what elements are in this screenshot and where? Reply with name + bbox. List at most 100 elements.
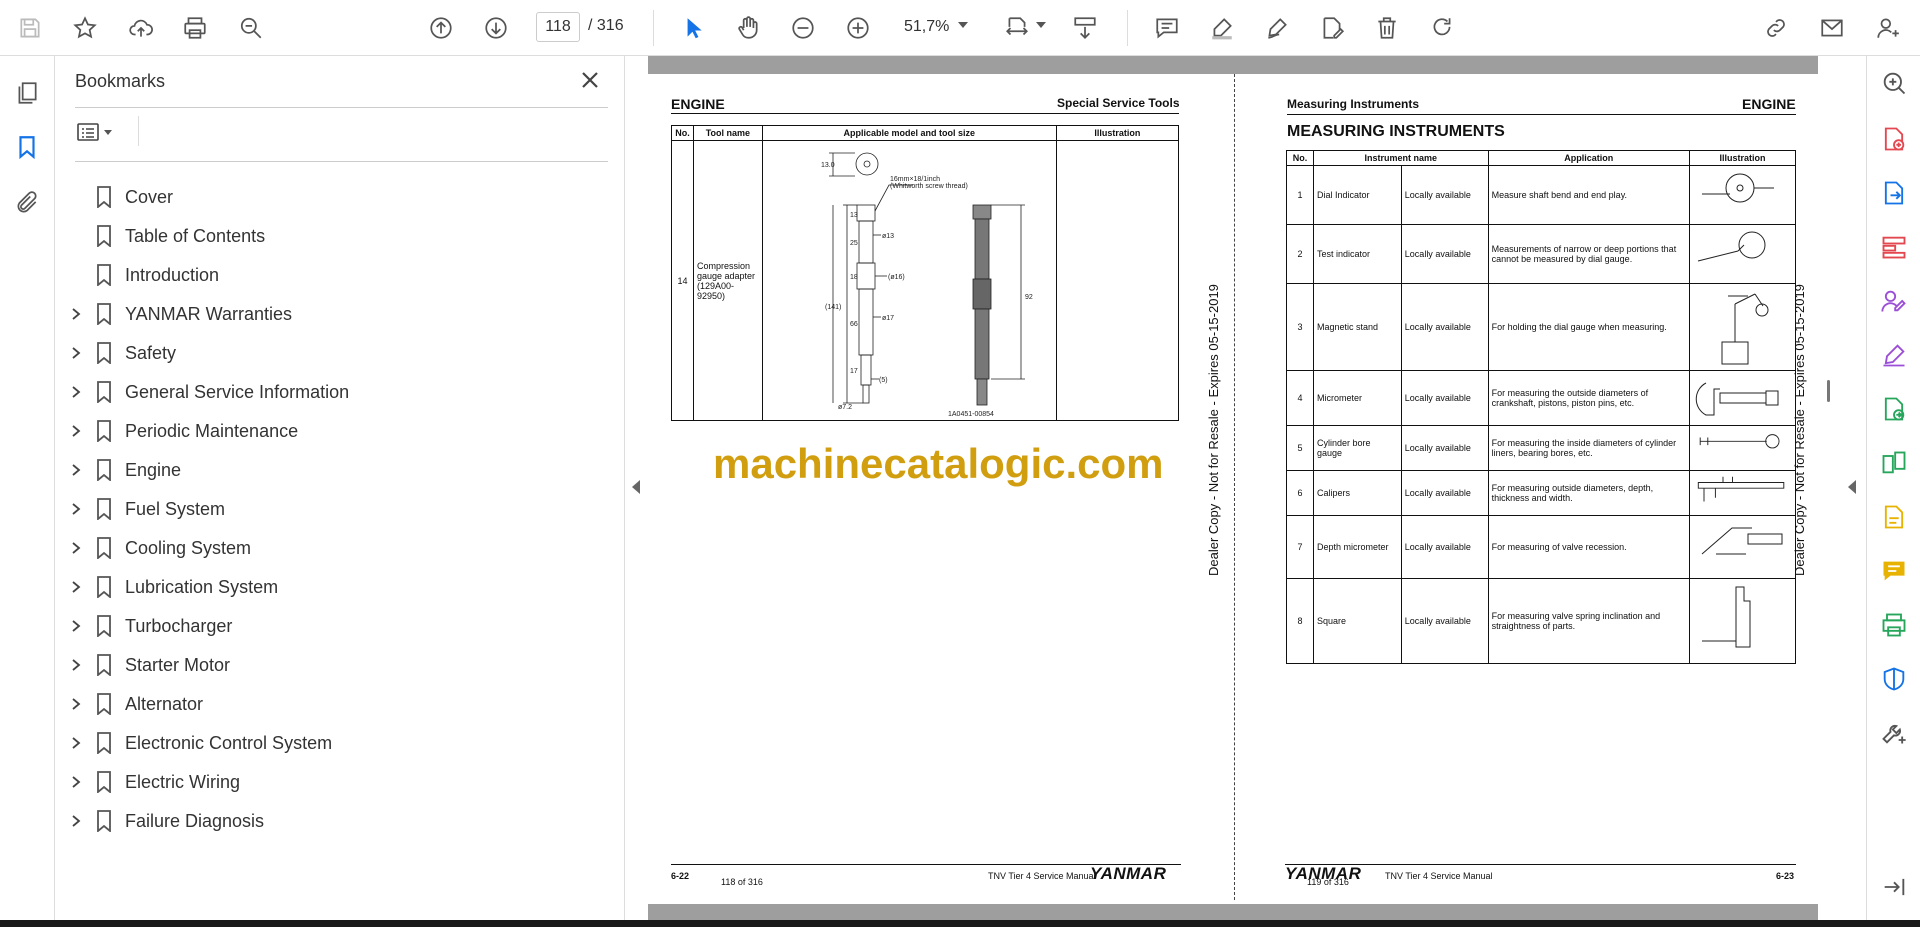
table-cell: 3	[1286, 283, 1314, 371]
cloud-upload-icon[interactable]	[124, 11, 158, 45]
request-signature-icon[interactable]	[1879, 286, 1909, 316]
left-page-header-right: Special Service Tools	[1057, 96, 1180, 110]
zoom-in-icon[interactable]	[841, 11, 875, 45]
chevron-right-icon[interactable]	[70, 385, 82, 399]
bookmark-item[interactable]: General Service Information	[56, 377, 616, 407]
scroll-mode-icon[interactable]	[1068, 11, 1102, 45]
table-cell: For measuring valve spring inclination a…	[1487, 578, 1690, 664]
chevron-right-icon[interactable]	[70, 814, 82, 828]
bookmark-item[interactable]: Periodic Maintenance	[56, 416, 616, 446]
instrument-drawing	[1695, 382, 1779, 416]
bookmark-item[interactable]: Cover	[56, 182, 616, 212]
close-icon[interactable]	[578, 68, 602, 92]
previous-page-icon[interactable]	[424, 11, 458, 45]
bookmark-item[interactable]: Cooling System	[56, 533, 616, 563]
chevron-right-icon[interactable]	[70, 346, 82, 360]
drawing-label: 18	[850, 274, 858, 281]
protect-shield-icon[interactable]	[1879, 664, 1909, 694]
instrument-illustration	[1688, 578, 1797, 664]
next-page-icon[interactable]	[479, 11, 513, 45]
export-pdf-icon[interactable]	[1879, 178, 1909, 208]
star-icon[interactable]	[68, 11, 102, 45]
edit-text-icon[interactable]	[1315, 11, 1349, 45]
chevron-right-icon[interactable]	[70, 307, 82, 321]
bookmark-label: Fuel System	[125, 498, 226, 519]
zoom-out-icon[interactable]	[786, 11, 820, 45]
instrument-drawing	[1701, 173, 1774, 203]
bookmark-item[interactable]: Safety	[56, 338, 616, 368]
chevron-right-icon[interactable]	[70, 502, 82, 516]
fill-sign-icon[interactable]	[1879, 340, 1909, 370]
chevron-right-icon[interactable]	[70, 619, 82, 633]
user-add-icon[interactable]	[1871, 11, 1905, 45]
drawing-label: 66	[850, 321, 858, 328]
bookmark-item[interactable]: Starter Motor	[56, 650, 616, 680]
page-thumbnails-icon[interactable]	[12, 78, 42, 108]
organize-pages-icon[interactable]	[1879, 232, 1909, 262]
bookmark-icon	[96, 225, 112, 248]
scrollbar-thumb[interactable]	[1827, 380, 1830, 402]
panel-title: Bookmarks	[75, 71, 166, 91]
page-number-input[interactable]: 118	[536, 12, 580, 42]
chevron-right-icon[interactable]	[70, 736, 82, 750]
zoom-search-icon[interactable]	[234, 11, 268, 45]
chevron-right-icon[interactable]	[70, 697, 82, 711]
bookmark-item[interactable]: YANMAR Warranties	[56, 299, 616, 329]
edit-pdf-icon[interactable]	[1879, 502, 1909, 532]
comment-tool-icon[interactable]	[1879, 556, 1909, 586]
chevron-right-icon[interactable]	[70, 541, 82, 555]
expand-panel-icon[interactable]	[1879, 872, 1909, 902]
delete-trash-icon[interactable]	[1370, 11, 1404, 45]
draw-pen-icon[interactable]	[1260, 11, 1294, 45]
tool-drawing-cell: 16mm×18/1inch (Whitworth screw thread) ø…	[761, 140, 1057, 421]
chevron-right-icon[interactable]	[70, 463, 82, 477]
hand-tool-icon[interactable]	[731, 11, 765, 45]
fit-page-icon[interactable]	[1000, 11, 1034, 45]
collapse-left-panel-icon[interactable]	[632, 480, 640, 494]
bookmark-item[interactable]: Failure Diagnosis	[56, 806, 616, 836]
print-production-icon[interactable]	[1879, 610, 1909, 640]
instrument-drawing	[1701, 527, 1783, 555]
chevron-right-icon[interactable]	[70, 658, 82, 672]
chevron-down-icon[interactable]	[958, 22, 968, 28]
attachment-icon[interactable]	[12, 188, 42, 218]
highlight-icon[interactable]	[1205, 11, 1239, 45]
bookmark-item[interactable]: Electric Wiring	[56, 767, 616, 797]
create-pdf-icon[interactable]	[1879, 124, 1909, 154]
chevron-right-icon[interactable]	[70, 424, 82, 438]
email-icon[interactable]	[1815, 11, 1849, 45]
bookmark-item[interactable]: Lubrication System	[56, 572, 616, 602]
print-icon[interactable]	[178, 11, 212, 45]
fit-chevron-down-icon[interactable]	[1036, 22, 1046, 28]
table-cell: Locally available	[1400, 425, 1489, 471]
bookmark-item[interactable]: Fuel System	[56, 494, 616, 524]
bookmark-icon	[96, 654, 112, 677]
bookmarks-panel: Bookmarks Cover Table of Contents Introduc…	[56, 56, 625, 920]
bookmark-item[interactable]: Table of Contents	[56, 221, 616, 251]
chevron-right-icon[interactable]	[70, 580, 82, 594]
save-icon[interactable]	[13, 11, 47, 45]
zoom-tool-icon[interactable]	[1879, 68, 1909, 98]
comment-icon[interactable]	[1150, 11, 1184, 45]
bookmark-icon	[96, 771, 112, 794]
instrument-illustration	[1688, 425, 1797, 471]
bookmark-item[interactable]: Introduction	[56, 260, 616, 290]
select-cursor-icon[interactable]	[676, 11, 710, 45]
compare-files-icon[interactable]	[1879, 448, 1909, 478]
bookmark-panel-icon[interactable]	[12, 132, 42, 162]
header-rule	[671, 113, 1179, 114]
share-link-icon[interactable]	[1759, 11, 1793, 45]
send-review-icon[interactable]	[1879, 394, 1909, 424]
redo-icon[interactable]	[1425, 11, 1459, 45]
bookmark-item[interactable]: Electronic Control System	[56, 728, 616, 758]
collapse-right-panel-icon[interactable]	[1848, 480, 1856, 494]
table-cell: 8	[1286, 578, 1314, 664]
bookmark-options-button[interactable]	[76, 118, 120, 146]
bookmark-item[interactable]: Turbocharger	[56, 611, 616, 641]
bookmark-item[interactable]: Engine	[56, 455, 616, 485]
more-tools-icon[interactable]	[1879, 718, 1909, 748]
bookmark-item[interactable]: Alternator	[56, 689, 616, 719]
table-cell: Dial Indicator	[1312, 165, 1402, 225]
bookmark-label: Turbocharger	[125, 615, 233, 636]
chevron-right-icon[interactable]	[70, 775, 82, 789]
